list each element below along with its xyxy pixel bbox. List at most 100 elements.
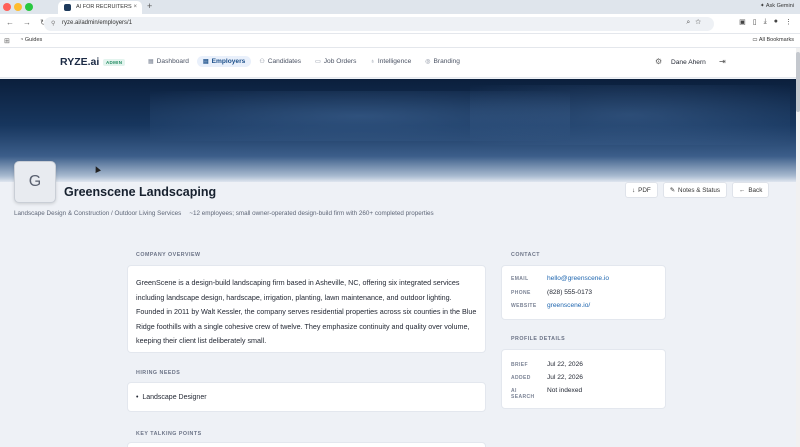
nav-intelligence-label: Intelligence	[377, 58, 412, 65]
url-text: ryze.ai/admin/employers/1	[62, 20, 133, 26]
nav-job-orders-label: Job Orders	[323, 58, 357, 65]
nav-branding-label: Branding	[433, 58, 460, 65]
added-key: ADDED	[511, 375, 531, 381]
bookmark-guides[interactable]: ◔ Guides	[20, 37, 42, 43]
back-arrow-icon[interactable]: ←	[6, 18, 14, 27]
minimize-window-button[interactable]	[14, 3, 22, 11]
url-bar[interactable]: ⚲ ryze.ai/admin/employers/1 ⌕☆	[44, 17, 714, 31]
app-logo[interactable]: RYZE.ai	[60, 56, 99, 68]
nav-intelligence[interactable]: ♁ Intelligence	[364, 56, 417, 67]
ai-search-value: Not indexed	[547, 387, 583, 394]
nav-dashboard[interactable]: ▦ Dashboard	[142, 56, 195, 67]
talking-points-card	[127, 442, 486, 447]
nav-candidates[interactable]: ⚇ Candidates	[253, 56, 307, 67]
forward-arrow-icon[interactable]: →	[23, 18, 31, 27]
site-info-icon[interactable]: ⚲	[51, 20, 55, 27]
maximize-window-button[interactable]	[25, 3, 33, 11]
nav-candidates-label: Candidates	[267, 58, 302, 65]
brief-key: BRIEF	[511, 362, 528, 368]
talking-points-section-label: KEY TALKING POINTS	[136, 431, 202, 437]
profile-section-label: PROFILE DETAILS	[511, 336, 566, 342]
profile-ai-search-row: AI SEARCH Not indexed	[511, 387, 582, 400]
apps-grid-icon[interactable]: ⊞	[4, 37, 10, 45]
side-panel-icon[interactable]: ▯	[753, 18, 757, 26]
notes-status-button[interactable]: ✎ Notes & Status	[662, 182, 728, 198]
nav-dashboard-label: Dashboard	[156, 58, 189, 65]
hiring-item-label: Landscape Designer	[142, 394, 207, 401]
ai-search-key: AI SEARCH	[511, 388, 535, 400]
notes-status-button-label: Notes & Status	[678, 187, 721, 194]
employer-avatar: G	[14, 161, 56, 203]
bookmark-guides-label: Guides	[24, 37, 43, 43]
nav-job-orders[interactable]: ▭ Job Orders	[309, 56, 362, 67]
contact-section-label: CONTACT	[511, 252, 540, 258]
brief-value: Jul 22, 2026	[547, 361, 583, 368]
new-tab-button[interactable]: +	[147, 1, 152, 11]
added-value: Jul 22, 2026	[547, 374, 583, 381]
pdf-button-label: PDF	[638, 187, 651, 194]
profile-brief-row: BRIEF Jul 22, 2026	[511, 361, 583, 368]
user-name[interactable]: Dane Ahern	[671, 59, 706, 66]
extension-icon[interactable]: ▣	[739, 18, 746, 26]
all-bookmarks-button[interactable]: ▭ All Bookmarks	[752, 37, 794, 43]
admin-badge: ADMIN	[103, 59, 126, 66]
hiring-section-label: HIRING NEEDS	[136, 370, 181, 376]
menu-icon[interactable]: ⋮	[785, 18, 792, 26]
nav-employers[interactable]: ▤ Employers	[196, 56, 252, 67]
browser-tab-bar: AI FOR RECRUITERS × + ✦ Ask Gemini	[0, 0, 800, 14]
action-buttons: ↓ PDF ✎ Notes & Status ← Back	[625, 182, 770, 198]
close-window-button[interactable]	[3, 3, 11, 11]
employer-subline: Landscape Design & Construction / Outdoo…	[14, 210, 434, 217]
settings-gear-icon[interactable]: ⚙	[655, 57, 662, 66]
all-bookmarks-label: All Bookmarks	[758, 37, 794, 43]
close-tab-icon[interactable]: ×	[133, 4, 137, 10]
profile-avatar-icon[interactable]: ●	[774, 18, 778, 26]
website-link[interactable]: greenscene.io/	[547, 302, 590, 309]
window-controls	[3, 3, 33, 11]
logout-icon[interactable]: ⇥	[719, 57, 726, 66]
contact-website-row: WEBSITE greenscene.io/	[511, 302, 590, 309]
contact-phone-row: PHONE (828) 555-0173	[511, 289, 592, 296]
contact-email-row: EMAIL hello@greenscene.io	[511, 275, 609, 282]
download-icon[interactable]: ⤓	[764, 18, 767, 26]
nav-branding[interactable]: ◎ Branding	[419, 56, 466, 67]
profile-added-row: ADDED Jul 22, 2026	[511, 374, 583, 381]
website-key: WEBSITE	[511, 303, 537, 309]
dashboard-icon: ▦	[148, 59, 154, 65]
employer-industry: Landscape Design & Construction / Outdoo…	[14, 210, 182, 217]
overview-text: GreenScene is a design-build landscaping…	[136, 278, 477, 345]
pencil-icon: ✎	[669, 187, 676, 194]
phone-value: (828) 555-0173	[547, 289, 593, 296]
page-title: Greenscene Landscaping	[64, 185, 217, 199]
main-nav: ▦ Dashboard ▤ Employers ⚇ Candidates ▭ Job O…	[142, 56, 466, 67]
email-link[interactable]: hello@greenscene.io	[547, 275, 609, 282]
back-arrow-icon: ←	[739, 187, 746, 194]
overview-section-label: COMPANY OVERVIEW	[136, 252, 201, 258]
employer-size: ~12 employees; small owner-operated desi…	[189, 210, 434, 217]
hero-banner	[0, 79, 796, 182]
zoom-icon[interactable]: ⌕	[686, 19, 695, 26]
ask-gemini-button[interactable]: ✦ Ask Gemini	[760, 3, 794, 9]
pdf-button[interactable]: ↓ PDF	[625, 182, 658, 198]
phone-key: PHONE	[511, 290, 531, 296]
banner-glow	[470, 85, 790, 145]
back-button[interactable]: ← Back	[732, 182, 770, 198]
bookmark-star-icon[interactable]: ☆	[695, 19, 706, 26]
nav-employers-label: Employers	[211, 58, 246, 65]
scrollbar-thumb[interactable]	[796, 52, 800, 112]
briefcase-icon: ▭	[315, 59, 321, 65]
bookmarks-bar: ⊞ ◔ Guides ▭ All Bookmarks	[0, 34, 800, 48]
app-header: RYZE.ai ADMIN ▦ Dashboard ▤ Employers ⚇ Can…	[0, 48, 800, 78]
favicon-icon	[64, 4, 71, 11]
email-key: EMAIL	[511, 276, 529, 282]
building-icon: ▤	[202, 59, 209, 65]
browser-tab[interactable]: AI FOR RECRUITERS ×	[58, 1, 142, 14]
people-icon: ⚇	[259, 59, 265, 65]
ask-gemini-label: Ask Gemini	[765, 3, 794, 9]
back-button-label: Back	[748, 187, 763, 194]
palette-icon: ◎	[425, 59, 431, 65]
address-bar-row: ← → ↻ ⚲ ryze.ai/admin/employers/1 ⌕☆ ▣ ▯…	[0, 14, 800, 34]
list-item: • Landscape Designer	[136, 394, 207, 401]
tab-title: AI FOR RECRUITERS	[76, 4, 132, 10]
bulb-icon: ♁	[370, 58, 375, 65]
